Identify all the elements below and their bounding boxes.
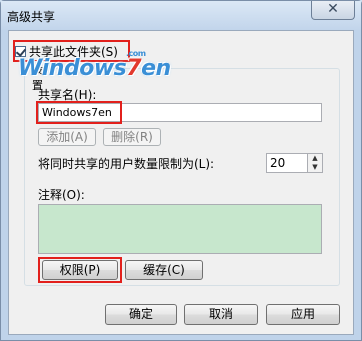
ok-button[interactable]: 确定 xyxy=(105,304,177,325)
comment-label: 注释(O): xyxy=(38,188,85,202)
apply-button[interactable]: 应用 xyxy=(266,304,340,325)
user-limit-spinner[interactable]: ▲ ▼ xyxy=(307,153,323,173)
highlight-share-name xyxy=(36,101,122,124)
add-button[interactable]: 添加(A) xyxy=(38,128,96,146)
windows7en-watermark-logo: Windows7en .com xyxy=(18,49,171,81)
spin-up-icon[interactable]: ▲ xyxy=(308,154,322,163)
title-bar[interactable]: 高级共享 ✕ xyxy=(1,1,361,30)
remove-button[interactable]: 删除(R) xyxy=(103,128,161,146)
close-button[interactable]: ✕ xyxy=(311,1,355,20)
cancel-button[interactable]: 取消 xyxy=(184,304,258,325)
user-limit-label: 将同时共享的用户数量限制为(L): xyxy=(38,157,215,171)
spin-down-icon[interactable]: ▼ xyxy=(308,163,322,172)
comment-field[interactable] xyxy=(38,204,322,254)
window-title: 高级共享 xyxy=(7,10,56,24)
highlight-permissions xyxy=(38,257,122,283)
cache-button[interactable]: 缓存(C) xyxy=(125,260,203,280)
user-limit-field[interactable]: 20 xyxy=(266,153,308,173)
